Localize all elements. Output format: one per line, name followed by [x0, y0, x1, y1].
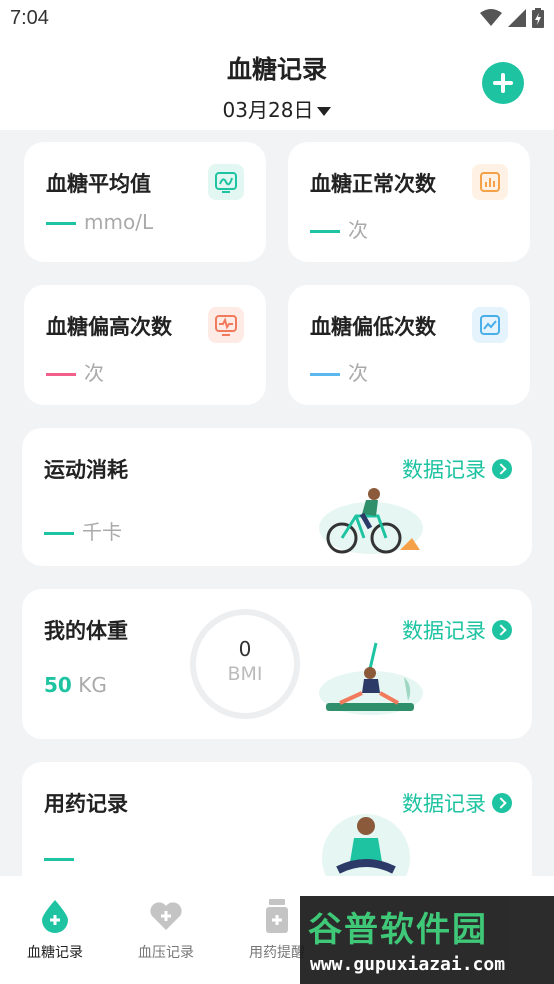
stat-title: 血糖平均值	[46, 172, 151, 196]
status-icons	[480, 8, 544, 28]
glucose-chart-icon	[208, 164, 244, 200]
line-chart-icon	[472, 307, 508, 343]
stat-unit: mmo/L	[84, 210, 154, 234]
bmi-label: BMI	[227, 663, 263, 685]
stat-title: 血糖偏高次数	[46, 315, 172, 339]
bmi-value: 0	[238, 637, 252, 661]
stat-title: 血糖正常次数	[310, 172, 436, 196]
chevron-right-icon	[492, 793, 512, 813]
stat-card-high: 血糖偏高次数 次	[24, 285, 266, 405]
medication-value	[44, 846, 82, 870]
data-link-label: 数据记录	[402, 792, 486, 816]
battery-icon	[532, 8, 544, 28]
tab-blood-pressure[interactable]: 血压记录	[111, 898, 221, 962]
stat-value: 次	[46, 357, 104, 386]
stat-unit: 次	[348, 218, 368, 242]
weight-title: 我的体重	[44, 619, 128, 643]
tab-glucose-record[interactable]: 血糖记录	[0, 898, 110, 962]
watermark: 谷普软件园 www.gupuxiazai.com	[300, 896, 554, 984]
heart-plus-icon	[150, 902, 182, 930]
wifi-icon	[480, 9, 502, 26]
watermark-title: 谷普软件园	[308, 910, 488, 950]
drop-plus-icon	[42, 900, 68, 933]
stat-card-low: 血糖偏低次数 次	[288, 285, 530, 405]
stat-unit: 次	[348, 361, 368, 385]
chevron-right-icon	[492, 459, 512, 479]
stat-card-normal: 血糖正常次数 次	[288, 142, 530, 262]
bmi-gauge: 0 BMI	[190, 609, 300, 719]
medication-title: 用药记录	[44, 792, 128, 816]
cyclist-illustration	[319, 488, 423, 554]
exercise-unit: 千卡	[82, 520, 122, 544]
bar-chart-icon	[472, 164, 508, 200]
date-selector[interactable]: 03月28日	[0, 94, 554, 123]
weight-unit: KG	[78, 673, 107, 697]
medication-data-link[interactable]: 数据记录	[402, 788, 512, 818]
weight-card: 我的体重 数据记录 50 KG 0 BMI	[22, 589, 532, 739]
page-header: 血糖记录 03月28日	[0, 38, 554, 130]
tab-label: 血糖记录	[27, 945, 83, 961]
weight-value: 50 KG	[44, 673, 107, 697]
add-record-button[interactable]	[482, 62, 524, 104]
stat-value: mmo/L	[46, 210, 153, 234]
exercise-title: 运动消耗	[44, 458, 128, 482]
watermark-url: www.gupuxiazai.com	[310, 954, 506, 975]
pill-bottle-icon	[266, 899, 288, 933]
stat-card-average: 血糖平均值 mmo/L	[24, 142, 266, 262]
date-label: 03月28日	[222, 98, 314, 122]
status-time: 7:04	[10, 7, 49, 29]
weight-number: 50	[44, 673, 72, 697]
page-title: 血糖记录	[226, 55, 327, 84]
status-bar: 7:04	[0, 0, 554, 38]
monitor-pulse-icon	[208, 307, 244, 343]
meditation-illustration	[322, 814, 410, 878]
signal-icon	[508, 9, 526, 27]
chevron-right-icon	[492, 620, 512, 640]
exercise-card: 运动消耗 数据记录 千卡	[22, 428, 532, 566]
caret-down-icon	[317, 107, 332, 116]
yoga-illustration	[319, 642, 423, 715]
tab-label: 血压记录	[138, 945, 194, 961]
stat-title: 血糖偏低次数	[310, 315, 436, 339]
stat-unit: 次	[84, 361, 104, 385]
stat-value: 次	[310, 357, 368, 386]
stat-value: 次	[310, 214, 368, 243]
exercise-value: 千卡	[44, 516, 122, 545]
